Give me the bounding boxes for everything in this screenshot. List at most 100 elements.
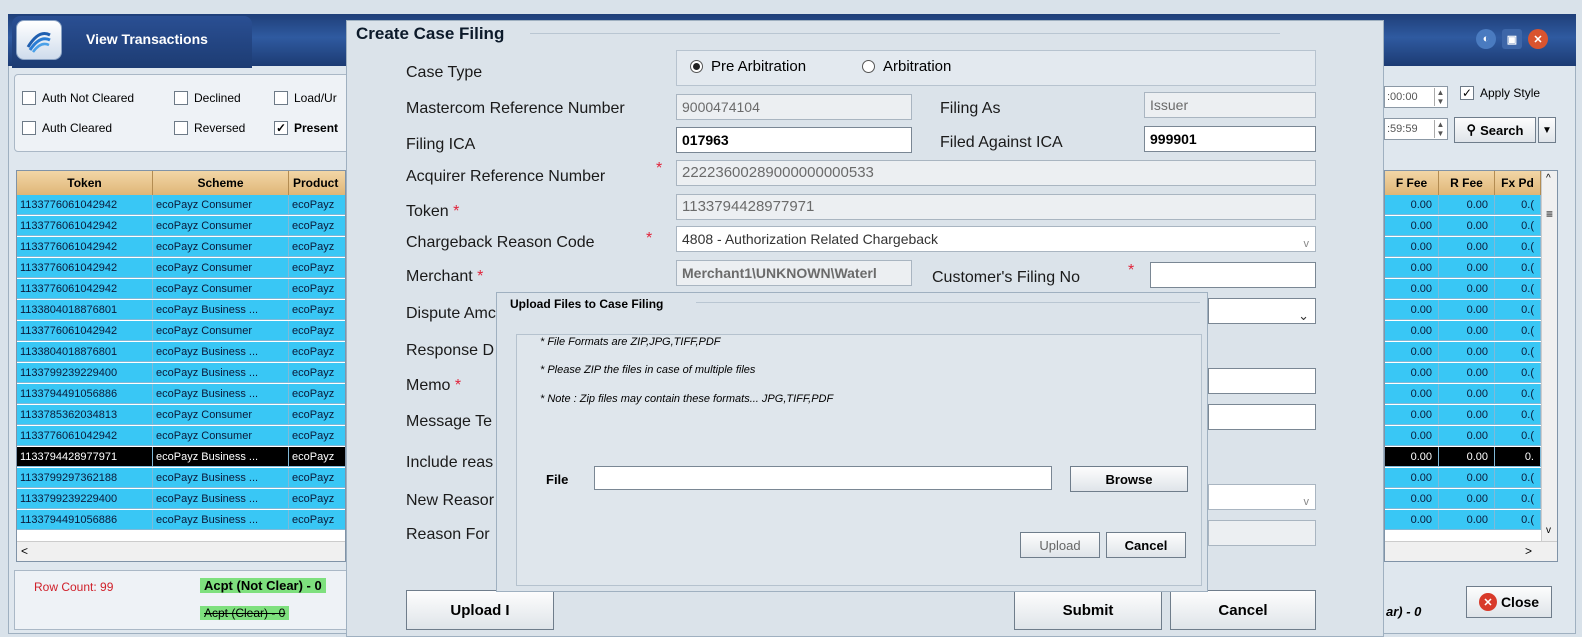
fee-cell: 0.( xyxy=(1495,426,1541,446)
scroll-up-icon[interactable]: ^ xyxy=(1546,173,1551,184)
checkbox-box[interactable] xyxy=(274,91,288,105)
checkbox-reversed[interactable]: Reversed xyxy=(174,121,245,135)
acpt-not-clear-badge: Acpt (Not Clear) - 0 xyxy=(200,578,326,593)
table-row[interactable]: 1133794428977971 ecoPayz Business ... ecoP… xyxy=(17,447,345,467)
column-header-scheme[interactable]: Scheme xyxy=(153,171,289,195)
table-cell: ecoPayz Business ... xyxy=(153,468,289,488)
chevron-down-icon[interactable]: v xyxy=(1304,490,1310,509)
memo-input[interactable] xyxy=(1208,368,1316,394)
checkbox-box[interactable] xyxy=(22,121,36,135)
column-header-r-fee[interactable]: R Fee xyxy=(1439,171,1495,195)
fees-row[interactable]: 0.00 0.00 0.( xyxy=(1385,384,1557,404)
fees-row[interactable]: 0.00 0.00 0.( xyxy=(1385,195,1557,215)
fees-row[interactable]: 0.00 0.00 0.( xyxy=(1385,510,1557,530)
checkmark-icon[interactable]: ✓ xyxy=(1460,86,1474,100)
fee-cell: 0.00 xyxy=(1385,216,1439,236)
search-dropdown-button[interactable]: ▼ xyxy=(1538,117,1556,143)
checkbox-box[interactable] xyxy=(174,91,188,105)
table-row[interactable]: 1133785362034813 ecoPayz Consumer ecoPayz xyxy=(17,405,345,425)
time-to-input[interactable]: :59:59 ▲ ▼ xyxy=(1384,118,1448,140)
fees-row[interactable]: 0.00 0.00 0.( xyxy=(1385,405,1557,425)
cancel-button[interactable]: Cancel xyxy=(1170,590,1316,630)
checkbox-box[interactable] xyxy=(22,91,36,105)
horizontal-scrollbar[interactable]: < xyxy=(17,541,345,561)
table-row[interactable]: 1133799239229400 ecoPayz Business ... ecoP… xyxy=(17,489,345,509)
radio-pre-arbitration[interactable]: Pre Arbitration xyxy=(690,58,806,75)
minimize-icon[interactable]: ◐ xyxy=(1476,29,1496,49)
spinner-icon[interactable]: ▲ ▼ xyxy=(1434,88,1446,106)
checkbox-auth-not-cleared[interactable]: Auth Not Cleared xyxy=(22,91,134,105)
close-button[interactable]: ✕ Close xyxy=(1466,586,1552,618)
column-header-fx-pd[interactable]: Fx Pd xyxy=(1495,171,1541,195)
checkbox-box[interactable] xyxy=(174,121,188,135)
fees-row[interactable]: 0.00 0.00 0. xyxy=(1385,447,1557,467)
checkbox-presented[interactable]: ✓ Present xyxy=(274,121,338,135)
scroll-thumb-icon[interactable]: ≡ xyxy=(1546,207,1553,221)
column-header-f-fee[interactable]: F Fee xyxy=(1385,171,1439,195)
message-text-input[interactable] xyxy=(1208,404,1316,430)
upload-cancel-button[interactable]: Cancel xyxy=(1106,532,1186,558)
fees-row[interactable]: 0.00 0.00 0.( xyxy=(1385,279,1557,299)
fees-row[interactable]: 0.00 0.00 0.( xyxy=(1385,468,1557,488)
table-row[interactable]: 1133804018876801 ecoPayz Business ... ecoP… xyxy=(17,342,345,362)
fees-row[interactable]: 0.00 0.00 0.( xyxy=(1385,342,1557,362)
filed-against-ica-input[interactable]: 999901 xyxy=(1144,126,1316,152)
dialog-title: Create Case Filing xyxy=(356,24,505,43)
fees-row[interactable]: 0.00 0.00 0.( xyxy=(1385,363,1557,383)
table-row[interactable]: 1133799239229400 ecoPayz Business ... ecoP… xyxy=(17,363,345,383)
scroll-right-icon[interactable]: > xyxy=(1525,544,1532,558)
app-logo-icon[interactable] xyxy=(16,20,62,60)
new-reason-select[interactable]: v xyxy=(1208,484,1316,510)
table-row[interactable]: 1133794491056886 ecoPayz Business ... ecoP… xyxy=(17,510,345,530)
fees-row[interactable]: 0.00 0.00 0.( xyxy=(1385,300,1557,320)
scroll-left-icon[interactable]: < xyxy=(21,544,28,558)
column-header-token[interactable]: Token xyxy=(17,171,153,195)
checkmark-icon[interactable]: ✓ xyxy=(274,121,288,135)
fees-row[interactable]: 0.00 0.00 0.( xyxy=(1385,426,1557,446)
table-row[interactable]: 1133776061042942 ecoPayz Consumer ecoPayz xyxy=(17,426,345,446)
submit-button[interactable]: Submit xyxy=(1014,590,1162,630)
fee-cell: 0.00 xyxy=(1439,237,1495,257)
upload-button[interactable]: Upload xyxy=(1020,532,1100,558)
radio-arbitration[interactable]: Arbitration xyxy=(862,58,951,75)
table-row[interactable]: 1133776061042942 ecoPayz Consumer ecoPayz xyxy=(17,195,345,215)
customer-filing-input[interactable] xyxy=(1150,262,1316,288)
radio-unselected-icon[interactable] xyxy=(862,60,875,73)
table-row[interactable]: 1133776061042942 ecoPayz Consumer ecoPayz xyxy=(17,321,345,341)
close-icon[interactable]: ✕ xyxy=(1528,29,1548,49)
table-row[interactable]: 1133776061042942 ecoPayz Consumer ecoPayz xyxy=(17,216,345,236)
checkbox-declined[interactable]: Declined xyxy=(174,91,241,105)
checkbox-apply-style[interactable]: ✓ Apply Style xyxy=(1460,86,1540,100)
chevron-down-icon[interactable]: v xyxy=(1304,232,1310,251)
chargeback-reason-select[interactable]: 4808 - Authorization Related Chargeback … xyxy=(676,226,1316,252)
spinner-icon[interactable]: ▲ ▼ xyxy=(1434,120,1446,138)
table-row[interactable]: 1133776061042942 ecoPayz Consumer ecoPayz xyxy=(17,237,345,257)
column-header-product[interactable]: Product xyxy=(289,171,345,195)
radio-selected-icon[interactable] xyxy=(690,60,703,73)
restore-icon[interactable]: ▣ xyxy=(1502,29,1522,49)
reason-for-label: Reason For xyxy=(406,526,490,543)
checkbox-load-unload[interactable]: Load/Ur xyxy=(274,91,337,105)
table-row[interactable]: 1133804018876801 ecoPayz Business ... ecoP… xyxy=(17,300,345,320)
fees-row[interactable]: 0.00 0.00 0.( xyxy=(1385,321,1557,341)
upload-file-button[interactable]: Upload I xyxy=(406,590,554,630)
table-row[interactable]: 1133776061042942 ecoPayz Consumer ecoPayz xyxy=(17,279,345,299)
scroll-down-icon[interactable]: v xyxy=(1546,525,1551,536)
time-from-input[interactable]: :00:00 ▲ ▼ xyxy=(1384,86,1448,108)
fees-row[interactable]: 0.00 0.00 0.( xyxy=(1385,258,1557,278)
fees-row[interactable]: 0.00 0.00 0.( xyxy=(1385,216,1557,236)
file-path-input[interactable] xyxy=(594,466,1052,490)
filing-ica-input[interactable]: 017963 xyxy=(676,127,912,153)
table-row[interactable]: 1133794491056886 ecoPayz Business ... ecoP… xyxy=(17,384,345,404)
fees-row[interactable]: 0.00 0.00 0.( xyxy=(1385,237,1557,257)
checkbox-auth-cleared[interactable]: Auth Cleared xyxy=(22,121,112,135)
search-button[interactable]: ⚲ Search xyxy=(1454,117,1536,143)
table-row[interactable]: 1133776061042942 ecoPayz Consumer ecoPayz xyxy=(17,258,345,278)
fees-row[interactable]: 0.00 0.00 0.( xyxy=(1385,489,1557,509)
horizontal-scrollbar[interactable]: > xyxy=(1385,541,1557,561)
browse-button[interactable]: Browse xyxy=(1070,466,1188,492)
chevron-down-icon[interactable]: ⌄ xyxy=(1298,304,1309,323)
dispute-select[interactable]: ⌄ xyxy=(1208,298,1316,324)
vertical-scrollbar[interactable]: ^ ≡ v xyxy=(1541,171,1557,541)
table-row[interactable]: 1133799297362188 ecoPayz Business ... ecoP… xyxy=(17,468,345,488)
